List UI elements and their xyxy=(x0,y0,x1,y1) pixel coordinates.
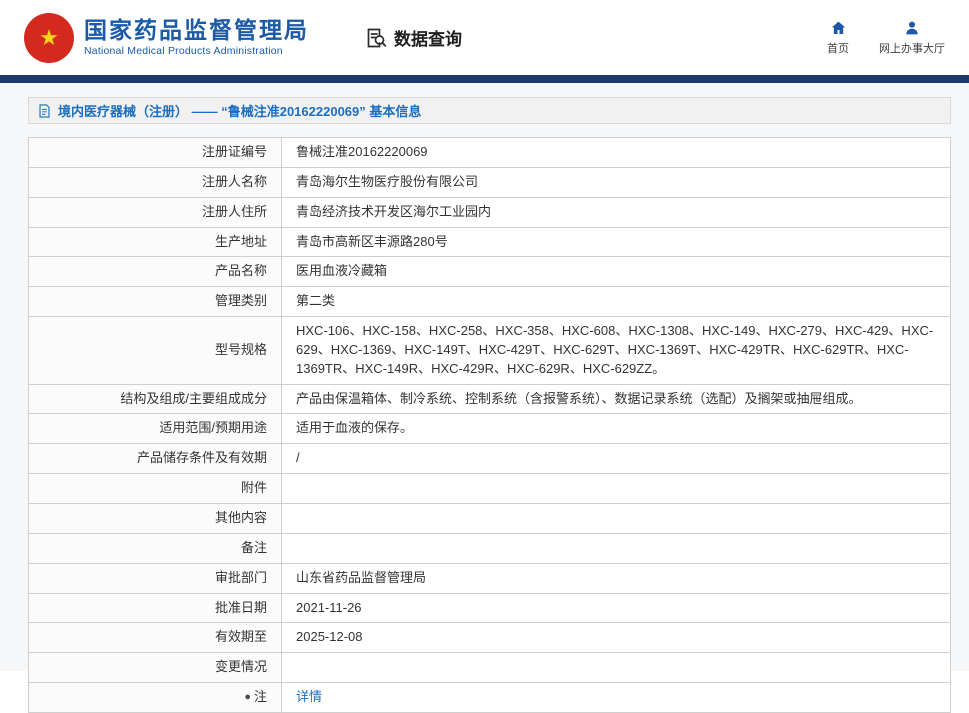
nav-home[interactable]: 首页 xyxy=(827,20,849,56)
row-value: 2025-12-08 xyxy=(282,623,951,653)
header-nav: 首页 网上办事大厅 xyxy=(827,20,945,56)
row-value: 山东省药品监督管理局 xyxy=(282,563,951,593)
user-icon xyxy=(904,20,920,36)
row-label: 附件 xyxy=(29,474,282,504)
nav-home-label: 首页 xyxy=(827,40,849,56)
row-value: / xyxy=(282,444,951,474)
row-value: 产品由保温箱体、制冷系统、控制系统（含报警系统）、数据记录系统（选配）及搁架或抽… xyxy=(282,384,951,414)
row-value: 详情 xyxy=(282,683,951,713)
national-emblem-icon: ★ xyxy=(24,13,74,63)
row-label: 注册人住所 xyxy=(29,197,282,227)
table-row: 批准日期2021-11-26 xyxy=(29,593,951,623)
info-table-body: 注册证编号鲁械注准20162220069注册人名称青岛海尔生物医疗股份有限公司注… xyxy=(29,138,951,713)
row-label: 其他内容 xyxy=(29,503,282,533)
row-value: 2021-11-26 xyxy=(282,593,951,623)
page-title: 境内医疗器械（注册） —— “鲁械注准20162220069” 基本信息 xyxy=(58,101,421,120)
row-value xyxy=(282,653,951,683)
row-value: 医用血液冷藏箱 xyxy=(282,257,951,287)
row-label: 产品名称 xyxy=(29,257,282,287)
table-row: 注册证编号鲁械注准20162220069 xyxy=(29,138,951,168)
nmpa-logo: ★ 国家药品监督管理局 National Medical Products Ad… xyxy=(24,13,309,63)
header-divider-bar xyxy=(0,75,969,83)
row-label: 管理类别 xyxy=(29,287,282,317)
table-row: 附件 xyxy=(29,474,951,504)
table-row: 备注 xyxy=(29,533,951,563)
info-table: 注册证编号鲁械注准20162220069注册人名称青岛海尔生物医疗股份有限公司注… xyxy=(28,137,951,713)
row-value xyxy=(282,533,951,563)
table-row: 产品名称医用血液冷藏箱 xyxy=(29,257,951,287)
org-name-en: National Medical Products Administration xyxy=(84,45,309,57)
row-value: 青岛经济技术开发区海尔工业园内 xyxy=(282,197,951,227)
table-row: 型号规格HXC-106、HXC-158、HXC-258、HXC-358、HXC-… xyxy=(29,317,951,385)
row-label: 适用范围/预期用途 xyxy=(29,414,282,444)
table-row: 生产地址青岛市高新区丰源路280号 xyxy=(29,227,951,257)
row-label: 生产地址 xyxy=(29,227,282,257)
row-value: 鲁械注准20162220069 xyxy=(282,138,951,168)
row-label: 结构及组成/主要组成成分 xyxy=(29,384,282,414)
data-query-tab[interactable]: 数据查询 xyxy=(364,25,462,50)
doc-search-icon xyxy=(364,26,388,50)
page-header: ★ 国家药品监督管理局 National Medical Products Ad… xyxy=(0,0,969,75)
table-row: 适用范围/预期用途适用于血液的保存。 xyxy=(29,414,951,444)
row-value xyxy=(282,503,951,533)
row-label: 有效期至 xyxy=(29,623,282,653)
row-label: 审批部门 xyxy=(29,563,282,593)
org-name-zh: 国家药品监督管理局 xyxy=(84,18,309,43)
table-row: ●注详情 xyxy=(29,683,951,713)
row-label: ●注 xyxy=(29,683,282,713)
detail-link[interactable]: 详情 xyxy=(296,689,322,704)
main-content: 境内医疗器械（注册） —— “鲁械注准20162220069” 基本信息 注册证… xyxy=(0,83,969,671)
row-value xyxy=(282,474,951,504)
nav-service-hall-label: 网上办事大厅 xyxy=(879,40,945,56)
row-label: 注册证编号 xyxy=(29,138,282,168)
table-row: 产品储存条件及有效期/ xyxy=(29,444,951,474)
brand-text: 国家药品监督管理局 National Medical Products Admi… xyxy=(84,18,309,57)
table-row: 变更情况 xyxy=(29,653,951,683)
row-label: 变更情况 xyxy=(29,653,282,683)
table-row: 有效期至2025-12-08 xyxy=(29,623,951,653)
document-icon xyxy=(38,104,51,118)
data-query-label: 数据查询 xyxy=(394,25,462,50)
row-value: 适用于血液的保存。 xyxy=(282,414,951,444)
row-value: HXC-106、HXC-158、HXC-258、HXC-358、HXC-608、… xyxy=(282,317,951,385)
table-row: 审批部门山东省药品监督管理局 xyxy=(29,563,951,593)
row-label: 产品储存条件及有效期 xyxy=(29,444,282,474)
table-row: 其他内容 xyxy=(29,503,951,533)
row-value: 第二类 xyxy=(282,287,951,317)
table-row: 管理类别第二类 xyxy=(29,287,951,317)
nav-service-hall[interactable]: 网上办事大厅 xyxy=(879,20,945,56)
table-row: 结构及组成/主要组成成分产品由保温箱体、制冷系统、控制系统（含报警系统）、数据记… xyxy=(29,384,951,414)
home-icon xyxy=(830,20,847,36)
table-row: 注册人住所青岛经济技术开发区海尔工业园内 xyxy=(29,197,951,227)
row-label: 注册人名称 xyxy=(29,167,282,197)
table-row: 注册人名称青岛海尔生物医疗股份有限公司 xyxy=(29,167,951,197)
page-title-bar: 境内医疗器械（注册） —— “鲁械注准20162220069” 基本信息 xyxy=(28,97,951,124)
row-label: 批准日期 xyxy=(29,593,282,623)
row-label: 备注 xyxy=(29,533,282,563)
row-value: 青岛海尔生物医疗股份有限公司 xyxy=(282,167,951,197)
note-icon: ● xyxy=(244,690,251,706)
row-value: 青岛市高新区丰源路280号 xyxy=(282,227,951,257)
row-label: 型号规格 xyxy=(29,317,282,385)
